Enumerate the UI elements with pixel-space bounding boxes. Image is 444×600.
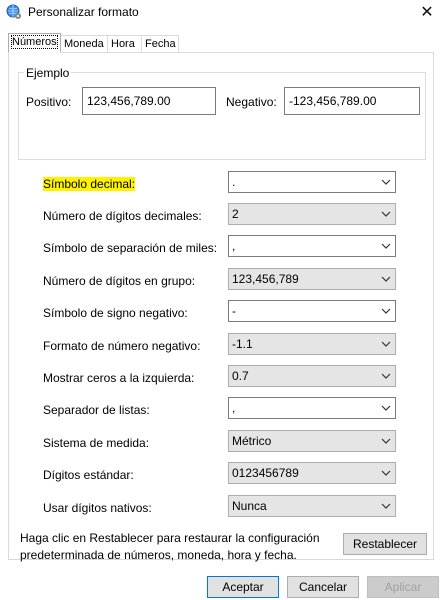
- digit-grouping-label: Número de dígitos en grupo:: [43, 274, 196, 288]
- chevron-down-icon: [381, 470, 391, 476]
- leading-zeros-select[interactable]: 0.7: [228, 365, 396, 387]
- chevron-down-icon: [381, 276, 391, 282]
- chevron-down-icon: [381, 179, 391, 185]
- chevron-down-icon: [381, 405, 391, 411]
- decimal-digits-label: Número de dígitos decimales:: [43, 209, 202, 223]
- standard-digits-label: Dígitos estándar:: [43, 468, 134, 482]
- positive-label: Positivo:: [26, 95, 72, 109]
- tab-numeros[interactable]: Números: [8, 33, 61, 53]
- apply-button[interactable]: Aplicar: [367, 576, 439, 598]
- decimal-symbol-label: Símbolo decimal:: [43, 177, 136, 191]
- standard-digits-select[interactable]: 0123456789: [228, 462, 396, 484]
- example-group: [18, 72, 426, 160]
- close-icon: ✕: [420, 4, 434, 21]
- native-digits-select[interactable]: Nunca: [228, 495, 396, 517]
- list-separator-label: Separador de listas:: [43, 403, 150, 417]
- example-legend: Ejemplo: [24, 66, 72, 80]
- tab-moneda[interactable]: Moneda: [60, 35, 108, 52]
- tab-fecha[interactable]: Fecha: [141, 35, 179, 52]
- negative-label: Negativo:: [226, 95, 277, 109]
- list-separator-combo[interactable]: ,: [228, 397, 396, 419]
- chevron-down-icon: [381, 308, 391, 314]
- positive-value: 123,456,789.00: [82, 87, 216, 115]
- customize-format-dialog: Personalizar formato ✕ Números Moneda Ho…: [0, 0, 444, 600]
- close-button[interactable]: ✕: [416, 3, 438, 21]
- tab-hora[interactable]: Hora: [107, 35, 142, 52]
- decimal-symbol-combo[interactable]: .: [228, 171, 396, 193]
- chevron-down-icon: [381, 438, 391, 444]
- digit-grouping-select[interactable]: 123,456,789: [228, 268, 396, 290]
- negative-format-label: Formato de número negativo:: [43, 339, 201, 353]
- chevron-down-icon: [381, 341, 391, 347]
- native-digits-label: Usar dígitos nativos:: [43, 501, 152, 515]
- title-bar: Personalizar formato ✕: [0, 0, 444, 26]
- measurement-system-label: Sistema de medida:: [43, 436, 150, 450]
- negative-sign-label: Símbolo de signo negativo:: [43, 306, 188, 320]
- chevron-down-icon: [381, 503, 391, 509]
- negative-sign-combo[interactable]: -: [228, 300, 396, 322]
- accept-button[interactable]: Aceptar: [207, 576, 279, 598]
- chevron-down-icon: [381, 373, 391, 379]
- cancel-button[interactable]: Cancelar: [287, 576, 359, 598]
- measurement-system-select[interactable]: Métrico: [228, 430, 396, 452]
- thousands-separator-label: Símbolo de separación de miles:: [43, 241, 218, 255]
- reset-info-text: Haga clic en Restablecer para restaurar …: [20, 531, 320, 562]
- negative-format-select[interactable]: -1.1: [228, 333, 396, 355]
- negative-value: -123,456,789.00: [284, 87, 420, 115]
- chevron-down-icon: [381, 243, 391, 249]
- leading-zeros-label: Mostrar ceros a la izquierda:: [43, 371, 195, 385]
- reset-button[interactable]: Restablecer: [343, 533, 427, 555]
- globe-settings-icon: [6, 4, 21, 19]
- thousands-separator-combo[interactable]: ,: [228, 235, 396, 257]
- decimal-digits-select[interactable]: 2: [228, 203, 396, 225]
- window-title: Personalizar formato: [28, 5, 139, 19]
- chevron-down-icon: [381, 211, 391, 217]
